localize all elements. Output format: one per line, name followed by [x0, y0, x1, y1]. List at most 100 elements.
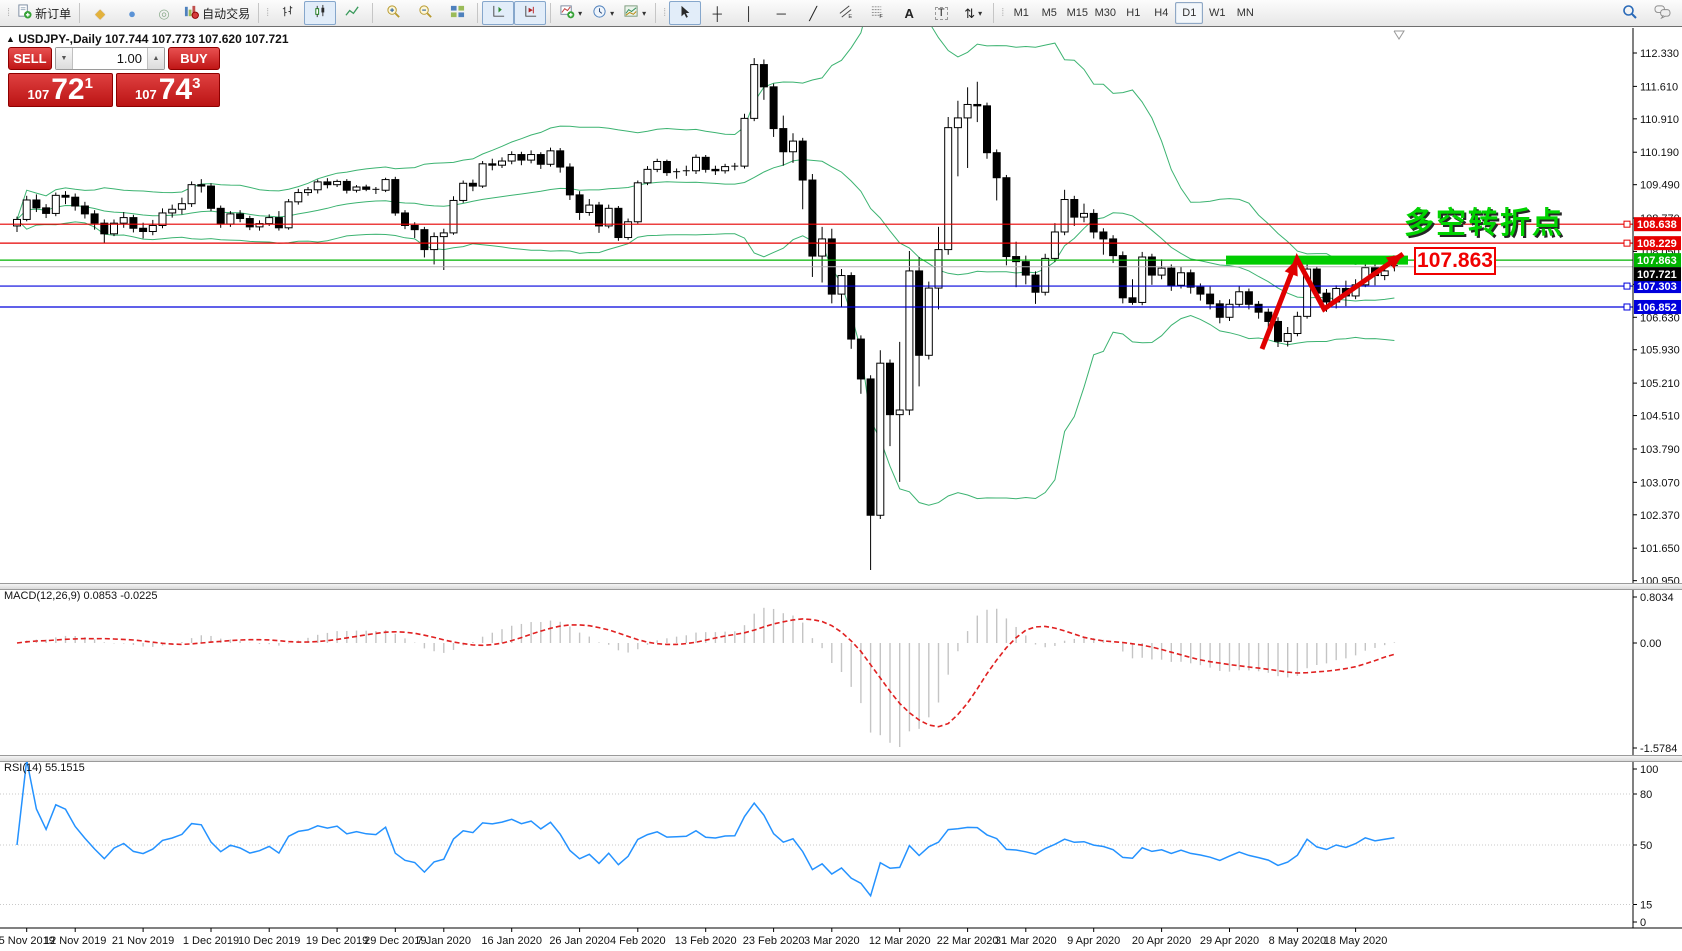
candle-body — [566, 167, 573, 195]
candle-body — [1129, 298, 1136, 303]
price-tag-label: 108.229 — [1637, 238, 1677, 250]
zoom-out-button[interactable] — [409, 1, 441, 25]
candle-body — [1090, 213, 1097, 232]
tf-button-w1[interactable]: W1 — [1203, 2, 1231, 24]
chart-shift-button[interactable] — [514, 1, 546, 25]
buy-price-display[interactable]: 107 74 3 — [116, 73, 221, 107]
price-tick-label: 104.510 — [1640, 411, 1680, 423]
new-order-button[interactable]: 新订单 — [13, 1, 75, 25]
sell-price-display[interactable]: 107 72 1 — [8, 73, 113, 107]
terminal-button[interactable]: ◎ — [148, 1, 180, 25]
tf-button-h1[interactable]: H1 — [1119, 2, 1147, 24]
pane-separator[interactable] — [0, 755, 1682, 762]
line-chart-button[interactable] — [336, 1, 368, 25]
horizontal-line-button[interactable]: ─ — [765, 1, 797, 25]
candle-body — [469, 183, 476, 186]
crosshair-button[interactable]: ┼ — [701, 1, 733, 25]
candle-body — [1236, 292, 1243, 305]
line-chart-icon — [345, 4, 360, 22]
navigator-button[interactable]: ● — [116, 1, 148, 25]
tf-button-h4[interactable]: H4 — [1147, 2, 1175, 24]
candle-body — [1032, 275, 1039, 292]
turning-point-annotation[interactable]: 多空转折点 — [1404, 198, 1564, 242]
zoom-out-icon — [418, 4, 433, 22]
price-tick-label: 102.370 — [1640, 510, 1680, 522]
level-price-callout[interactable]: 107.863 — [1414, 247, 1496, 275]
candle-body — [605, 208, 612, 226]
trendline-button[interactable]: ╱ — [797, 1, 829, 25]
candle-body — [43, 208, 50, 214]
symbol-period-label: USDJPY-,Daily — [18, 32, 101, 46]
periods-button[interactable]: ▾ — [587, 1, 619, 25]
shapes-icon: ⇅ — [964, 7, 975, 20]
dropdown-caret-icon: ▾ — [978, 9, 982, 18]
candle-body — [411, 225, 418, 229]
templates-button[interactable]: ▾ — [619, 1, 651, 25]
sell-button[interactable]: SELL — [8, 47, 52, 70]
candle-body — [1197, 287, 1204, 294]
indicators-button[interactable]: ▾ — [555, 1, 587, 25]
date-tick-label: 26 Jan 2020 — [549, 935, 610, 947]
buy-button[interactable]: BUY — [168, 47, 220, 70]
autotrading-button[interactable]: 自动交易 — [180, 1, 254, 25]
candle-body — [1255, 304, 1262, 312]
zoom-in-button[interactable] — [377, 1, 409, 25]
candle-body — [1042, 258, 1049, 292]
price-tag-label: 108.638 — [1637, 219, 1677, 231]
date-tick-label: 1 Dec 2019 — [183, 935, 239, 947]
date-tick-label: 12 Nov 2019 — [44, 935, 106, 947]
candle-body — [1294, 316, 1301, 333]
pane-separator[interactable] — [0, 583, 1682, 590]
candle-body — [809, 180, 816, 256]
candle-body — [198, 185, 205, 186]
candle-body — [615, 208, 622, 237]
tf-button-d1[interactable]: D1 — [1175, 2, 1203, 24]
text-label-button[interactable]: T — [925, 1, 957, 25]
volume-input[interactable]: 1.00 — [73, 48, 147, 69]
candle-body — [275, 218, 282, 228]
chat-icon — [1654, 4, 1671, 22]
chat-button[interactable] — [1646, 1, 1678, 25]
candle-body — [208, 186, 215, 208]
volume-increase-button[interactable]: ▲ — [147, 48, 164, 69]
search-button[interactable] — [1614, 1, 1646, 25]
price-chart[interactable]: 112.330111.610110.910110.190109.490108.7… — [0, 0, 1682, 951]
candle-body — [644, 169, 651, 182]
candle-body — [363, 187, 370, 189]
bar-chart-button[interactable] — [272, 1, 304, 25]
candlestick-chart-button[interactable] — [304, 1, 336, 25]
price-tick-label: 101.650 — [1640, 543, 1680, 555]
navigator-icon: ● — [128, 7, 136, 20]
channel-button[interactable]: E — [829, 1, 861, 25]
cursor-button[interactable] — [669, 1, 701, 25]
volume-decrease-button[interactable]: ▼ — [56, 48, 73, 69]
text-button[interactable]: A — [893, 1, 925, 25]
candle-body — [1245, 292, 1252, 305]
candle-body — [741, 118, 748, 166]
candle-body — [295, 193, 302, 202]
candle-body — [33, 200, 40, 208]
tf-button-m30[interactable]: M30 — [1091, 2, 1119, 24]
candle-body — [547, 151, 554, 164]
auto-scroll-button[interactable] — [482, 1, 514, 25]
autotrading-label: 自动交易 — [202, 5, 250, 22]
fibonacci-icon: F — [870, 4, 885, 22]
tf-button-m5[interactable]: M5 — [1035, 2, 1063, 24]
tf-button-m1[interactable]: M1 — [1007, 2, 1035, 24]
date-tick-label: 22 Mar 2020 — [937, 935, 999, 947]
fibonacci-button[interactable]: F — [861, 1, 893, 25]
market-watch-button[interactable]: ◆ — [84, 1, 116, 25]
macd-name: MACD(12,26,9) — [4, 590, 80, 602]
vertical-line-button[interactable]: │ — [733, 1, 765, 25]
buy-price-base: 107 — [135, 85, 157, 105]
tile-windows-button[interactable] — [441, 1, 473, 25]
arrows-button[interactable]: ⇅ ▾ — [957, 1, 989, 25]
search-icon — [1622, 4, 1638, 23]
sell-price-big: 72 — [51, 75, 84, 105]
new-order-label: 新订单 — [35, 5, 71, 22]
price-tick-label: 103.070 — [1640, 477, 1680, 489]
tf-button-m15[interactable]: M15 — [1063, 2, 1091, 24]
candle-body — [838, 276, 845, 295]
candle-body — [266, 218, 273, 224]
tf-button-mn[interactable]: MN — [1231, 2, 1259, 24]
